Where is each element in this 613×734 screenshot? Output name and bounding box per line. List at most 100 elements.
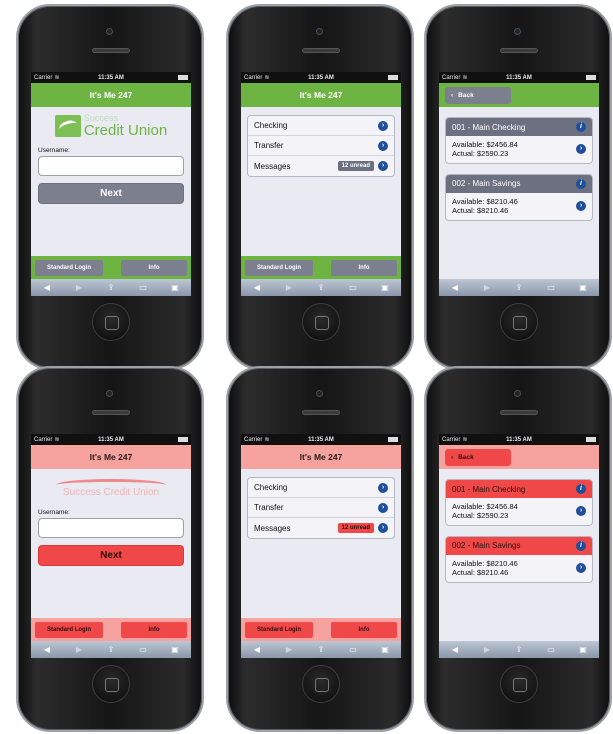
- app-title: It's Me 247: [241, 445, 401, 469]
- speaker: [302, 48, 340, 53]
- tabs-icon[interactable]: ▣: [166, 283, 184, 292]
- back-button[interactable]: ‹ Back: [445, 448, 511, 466]
- info-button[interactable]: Info: [331, 621, 397, 638]
- standard-login-button[interactable]: Standard Login: [35, 621, 103, 638]
- next-button[interactable]: Next: [38, 545, 184, 566]
- standard-login-button[interactable]: Standard Login: [245, 259, 313, 276]
- home-button[interactable]: [302, 665, 340, 703]
- speaker: [500, 410, 538, 415]
- menu-item-transfer[interactable]: Transfer ›: [248, 136, 394, 156]
- forward-arrow-icon[interactable]: ▶: [70, 645, 88, 654]
- chevron-right-icon[interactable]: ›: [576, 144, 586, 155]
- logo-text: Success Credit Union: [62, 486, 160, 498]
- tabs-icon[interactable]: ▣: [376, 645, 394, 654]
- status-bar: Carrier ≋ 11:35 AM: [241, 434, 401, 445]
- info-button[interactable]: Info: [331, 259, 397, 276]
- info-icon[interactable]: i: [576, 178, 586, 189]
- forward-arrow-icon[interactable]: ▶: [280, 283, 298, 292]
- bookmarks-icon[interactable]: ▭: [134, 283, 152, 292]
- chevron-right-icon[interactable]: ›: [576, 563, 586, 574]
- username-input[interactable]: [38, 518, 184, 538]
- back-arrow-icon[interactable]: ◀: [38, 283, 56, 292]
- tabs-icon[interactable]: ▣: [574, 645, 592, 654]
- account-title: 001 - Main Checking: [452, 484, 526, 494]
- app-title: It's Me 247: [31, 445, 191, 469]
- chevron-right-icon: ›: [378, 482, 388, 493]
- logo: Success Credit Union: [31, 469, 191, 507]
- info-button[interactable]: Info: [121, 621, 187, 638]
- menu-item-transfer[interactable]: Transfer ›: [248, 498, 394, 518]
- account-header: 002 - Main Savings i: [446, 536, 592, 555]
- info-icon[interactable]: i: [576, 484, 586, 494]
- account-card-savings[interactable]: 002 - Main Savings i Available: $8210.46…: [445, 173, 593, 221]
- app-title: It's Me 247: [31, 83, 191, 107]
- browser-toolbar: ◀ ▶ ⇪ ▭ ▣: [31, 641, 191, 658]
- forward-arrow-icon[interactable]: ▶: [70, 283, 88, 292]
- account-title: 002 - Main Savings: [452, 179, 521, 189]
- menu-item-messages[interactable]: Messages 12 unread ›: [248, 156, 394, 176]
- speaker: [92, 48, 130, 53]
- account-card-savings[interactable]: 002 - Main Savings i Available: $8210.46…: [445, 535, 593, 583]
- next-button[interactable]: Next: [38, 183, 184, 204]
- info-icon[interactable]: i: [576, 122, 586, 132]
- bottom-toolbar: Standard Login Info: [241, 256, 401, 279]
- chevron-left-icon: ‹: [451, 453, 454, 461]
- tabs-icon[interactable]: ▣: [574, 283, 592, 292]
- home-button[interactable]: [92, 303, 130, 341]
- chevron-right-icon: ›: [378, 161, 388, 171]
- share-icon[interactable]: ⇪: [510, 645, 528, 654]
- account-card-checking[interactable]: 001 - Main Checking i Available: $2456.8…: [445, 479, 593, 526]
- camera: [106, 390, 113, 397]
- share-icon[interactable]: ⇪: [312, 283, 330, 292]
- back-arrow-icon[interactable]: ◀: [248, 645, 266, 654]
- forward-arrow-icon[interactable]: ▶: [478, 283, 496, 292]
- home-button[interactable]: [500, 665, 538, 703]
- unread-badge: 12 unread: [337, 523, 374, 533]
- status-bar: Carrier ≋ 11:35 AM: [439, 72, 599, 83]
- chevron-right-icon[interactable]: ›: [576, 506, 586, 517]
- actual-balance: Actual: $2590.23: [452, 149, 509, 159]
- back-label: Back: [458, 453, 474, 461]
- menu-item-checking[interactable]: Checking ›: [248, 116, 394, 136]
- camera: [514, 28, 521, 35]
- username-input[interactable]: [38, 156, 184, 176]
- clock: 11:35 AM: [98, 74, 124, 81]
- menu-item-checking[interactable]: Checking ›: [248, 478, 394, 498]
- back-arrow-icon[interactable]: ◀: [38, 645, 56, 654]
- bookmarks-icon[interactable]: ▭: [542, 283, 560, 292]
- phone-accounts-red: Carrier ≋ 11:35 AM ‹ Back 001 - Main Che…: [424, 366, 612, 732]
- share-icon[interactable]: ⇪: [102, 645, 120, 654]
- info-icon[interactable]: i: [576, 540, 586, 551]
- bookmarks-icon[interactable]: ▭: [542, 645, 560, 654]
- tabs-icon[interactable]: ▣: [376, 283, 394, 292]
- forward-arrow-icon[interactable]: ▶: [280, 645, 298, 654]
- tabs-icon[interactable]: ▣: [166, 645, 184, 654]
- share-icon[interactable]: ⇪: [102, 283, 120, 292]
- info-button[interactable]: Info: [121, 259, 187, 276]
- share-icon[interactable]: ⇪: [312, 645, 330, 654]
- share-icon[interactable]: ⇪: [510, 283, 528, 292]
- bookmarks-icon[interactable]: ▭: [134, 645, 152, 654]
- credit-union-logo-mark: [54, 115, 81, 137]
- forward-arrow-icon[interactable]: ▶: [478, 645, 496, 654]
- clock: 11:35 AM: [98, 436, 124, 443]
- account-card-checking[interactable]: 001 - Main Checking i Available: $2456.8…: [445, 117, 593, 164]
- bookmarks-icon[interactable]: ▭: [344, 283, 362, 292]
- chevron-right-icon[interactable]: ›: [576, 201, 586, 212]
- back-button[interactable]: ‹ Back: [445, 86, 511, 104]
- back-arrow-icon[interactable]: ◀: [446, 645, 464, 654]
- status-bar: Carrier ≋ 11:35 AM: [439, 434, 599, 445]
- logo: Success Credit Union: [31, 107, 191, 145]
- home-button[interactable]: [500, 303, 538, 341]
- screen: Carrier ≋ 11:35 AM ‹ Back 001 - Main Che…: [439, 434, 599, 658]
- standard-login-button[interactable]: Standard Login: [245, 621, 313, 638]
- back-arrow-icon[interactable]: ◀: [446, 283, 464, 292]
- bookmarks-icon[interactable]: ▭: [344, 645, 362, 654]
- screen: Carrier ≋ 11:35 AM It's Me 247 Checking …: [241, 434, 401, 658]
- standard-login-button[interactable]: Standard Login: [35, 259, 103, 276]
- back-arrow-icon[interactable]: ◀: [248, 283, 266, 292]
- menu-item-label: Messages: [254, 161, 291, 171]
- menu-item-messages[interactable]: Messages 12 unread ›: [248, 518, 394, 538]
- home-button[interactable]: [92, 665, 130, 703]
- home-button[interactable]: [302, 303, 340, 341]
